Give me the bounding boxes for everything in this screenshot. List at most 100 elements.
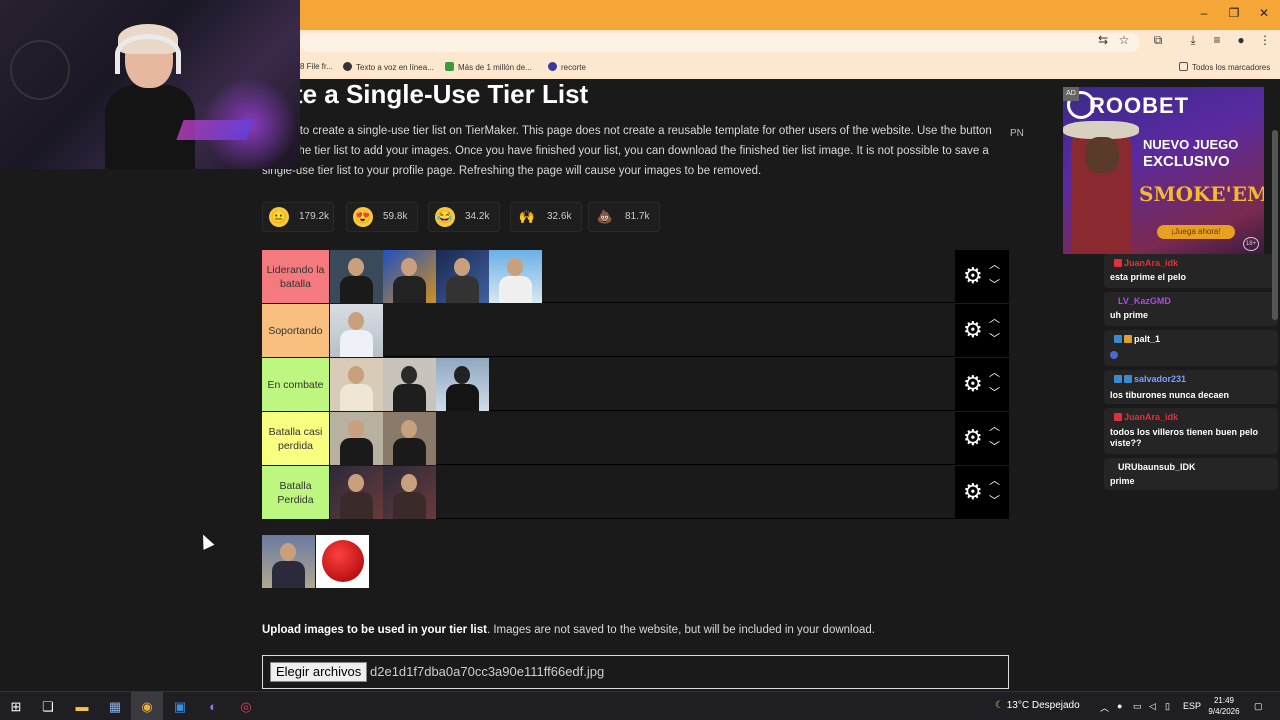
gear-icon[interactable]: ⚙ bbox=[963, 318, 983, 342]
tier-items[interactable] bbox=[330, 412, 955, 465]
tier-image[interactable] bbox=[383, 466, 436, 519]
reaction-neutral-button[interactable]: 😐 179.2k bbox=[262, 202, 334, 232]
reaction-hands-button[interactable]: 🙌 32.6k bbox=[510, 202, 582, 232]
app-l-icon[interactable]: ▣ bbox=[172, 699, 188, 715]
battery-icon[interactable]: ▯ bbox=[1165, 701, 1170, 712]
windows-start-icon[interactable]: ⊞ bbox=[8, 699, 24, 715]
tier-label[interactable]: Batalla casi perdida bbox=[262, 412, 329, 465]
chrome-icon[interactable]: ◉ bbox=[139, 699, 155, 715]
pool-image[interactable] bbox=[262, 535, 315, 588]
menu-kebab-icon[interactable]: ⋮ bbox=[1256, 33, 1274, 47]
reaction-laugh-button[interactable]: 😂 34.2k bbox=[428, 202, 500, 232]
volume-icon[interactable]: ◁ bbox=[1149, 701, 1156, 712]
bookmark-item[interactable]: 8 File fr... bbox=[300, 62, 333, 71]
chevron-up-icon[interactable]: ︿ bbox=[989, 256, 1000, 272]
chevron-down-icon[interactable]: ﹀ bbox=[989, 276, 1000, 292]
tier-items[interactable] bbox=[330, 466, 955, 519]
chat-text: todos los villeros tienen buen pelo vist… bbox=[1110, 427, 1259, 448]
file-explorer-icon[interactable]: ▬ bbox=[74, 699, 90, 715]
chevron-up-icon[interactable]: ︿ bbox=[989, 310, 1000, 326]
reaction-love-button[interactable]: 😍 59.8k bbox=[346, 202, 418, 232]
close-window-button[interactable]: ✕ bbox=[1249, 6, 1279, 20]
chevron-up-icon[interactable]: ︿ bbox=[989, 472, 1000, 488]
extensions-icon[interactable]: ⧉ bbox=[1149, 33, 1167, 48]
chevron-down-icon[interactable]: ﹀ bbox=[989, 330, 1000, 346]
tier-image[interactable] bbox=[436, 358, 489, 411]
microphone-icon[interactable]: ● bbox=[1117, 701, 1122, 711]
obs-icon[interactable]: ◎ bbox=[238, 699, 254, 715]
tier-items[interactable] bbox=[330, 358, 955, 411]
calculator-icon[interactable]: ▦ bbox=[107, 699, 123, 715]
reaction-count: 81.7k bbox=[625, 211, 650, 222]
sub-badge-icon bbox=[1114, 413, 1122, 421]
translate-icon[interactable]: ⇆ bbox=[1094, 33, 1112, 47]
tier-image[interactable] bbox=[489, 250, 542, 303]
tier-image[interactable] bbox=[330, 412, 383, 465]
gear-icon[interactable]: ⚙ bbox=[963, 372, 983, 396]
tier-image[interactable] bbox=[330, 466, 383, 519]
bookmark-item[interactable]: recorte bbox=[548, 62, 586, 72]
tier-controls: ⚙ ︿ ﹀ bbox=[955, 412, 1009, 465]
pool-image[interactable] bbox=[316, 535, 369, 588]
gear-icon[interactable]: ⚙ bbox=[963, 264, 983, 288]
tier-items[interactable] bbox=[330, 250, 955, 303]
reading-list-icon[interactable]: ≡ bbox=[1208, 33, 1226, 47]
chat-text: prime bbox=[1110, 476, 1135, 486]
tier-image[interactable] bbox=[383, 250, 436, 303]
tier-label[interactable]: En combate bbox=[262, 358, 329, 411]
tier-row: En combate ⚙ ︿ ﹀ bbox=[262, 358, 1009, 411]
page-scrollbar[interactable] bbox=[1272, 130, 1278, 320]
all-bookmarks-link[interactable]: Todos los marcadores bbox=[1179, 62, 1270, 72]
gear-icon[interactable]: ⚙ bbox=[963, 426, 983, 450]
bookmark-item[interactable]: Más de 1 millón de... bbox=[445, 62, 532, 72]
ad-cta-button[interactable]: ¡Juega ahora! bbox=[1157, 225, 1235, 239]
ad-label: AD bbox=[1063, 87, 1079, 101]
tray-chevron-icon[interactable]: ︿ bbox=[1100, 701, 1109, 714]
tier-label[interactable]: Batalla Perdida bbox=[262, 466, 329, 519]
chat-message: JuanAra_idk todos los villeros tienen bu… bbox=[1104, 408, 1278, 454]
tier-label[interactable]: Liderando la batalla bbox=[262, 250, 329, 303]
chat-text: uh prime bbox=[1110, 310, 1149, 320]
ad-banner[interactable]: ROOBET NUEVO JUEGO EXCLUSIVO SMOKE'EM ¡J… bbox=[1063, 87, 1264, 254]
reaction-count: 179.2k bbox=[299, 211, 330, 222]
ad-line: NUEVO JUEGO bbox=[1143, 137, 1239, 152]
bookmark-item[interactable]: Texto a voz en línea... bbox=[343, 62, 434, 72]
chevron-down-icon[interactable]: ﹀ bbox=[989, 492, 1000, 508]
chevron-down-icon[interactable]: ﹀ bbox=[989, 438, 1000, 454]
download-icon[interactable]: ⤓ bbox=[1184, 33, 1202, 48]
chat-username: JuanAra_idk bbox=[1114, 258, 1178, 268]
badge-icon bbox=[1124, 335, 1132, 343]
tier-image[interactable] bbox=[330, 304, 383, 357]
bookmark-star-icon[interactable]: ☆ bbox=[1115, 33, 1133, 47]
address-field[interactable] bbox=[300, 33, 1140, 52]
tier-image[interactable] bbox=[383, 358, 436, 411]
tier-image[interactable] bbox=[383, 412, 436, 465]
chat-username: LV_KazGMD bbox=[1118, 296, 1171, 306]
tier-image[interactable] bbox=[330, 358, 383, 411]
choose-files-button[interactable]: Elegir archivos bbox=[270, 662, 368, 682]
system-clock[interactable]: 21:49 9/4/2026 bbox=[1204, 695, 1244, 717]
pn-label: PN bbox=[1010, 128, 1024, 139]
badge-icon bbox=[1114, 335, 1122, 343]
tier-controls: ⚙ ︿ ﹀ bbox=[955, 250, 1009, 303]
notifications-icon[interactable]: ▢ bbox=[1254, 701, 1263, 712]
chevron-down-icon[interactable]: ﹀ bbox=[989, 384, 1000, 400]
tier-image[interactable] bbox=[330, 250, 383, 303]
tier-items[interactable] bbox=[330, 304, 955, 357]
network-icon[interactable]: ▭ bbox=[1133, 701, 1142, 712]
maximize-button[interactable]: ❐ bbox=[1219, 6, 1249, 20]
weather-widget[interactable]: ☾ 13°C Despejado bbox=[995, 700, 1080, 711]
ad-brand: ROOBET bbox=[1089, 93, 1190, 118]
discord-icon[interactable]: ◐ bbox=[205, 699, 221, 715]
chevron-up-icon[interactable]: ︿ bbox=[989, 364, 1000, 380]
gear-icon[interactable]: ⚙ bbox=[963, 480, 983, 504]
profile-avatar-icon[interactable]: ● bbox=[1232, 33, 1250, 47]
minimize-button[interactable]: – bbox=[1189, 6, 1219, 20]
reaction-poop-button[interactable]: 💩 81.7k bbox=[588, 202, 660, 232]
chat-emote-icon bbox=[1110, 350, 1270, 361]
chevron-up-icon[interactable]: ︿ bbox=[989, 418, 1000, 434]
tier-label[interactable]: Soportando bbox=[262, 304, 329, 357]
tier-image[interactable] bbox=[436, 250, 489, 303]
task-view-icon[interactable]: ❏ bbox=[40, 699, 56, 715]
language-indicator[interactable]: ESP bbox=[1183, 701, 1201, 711]
